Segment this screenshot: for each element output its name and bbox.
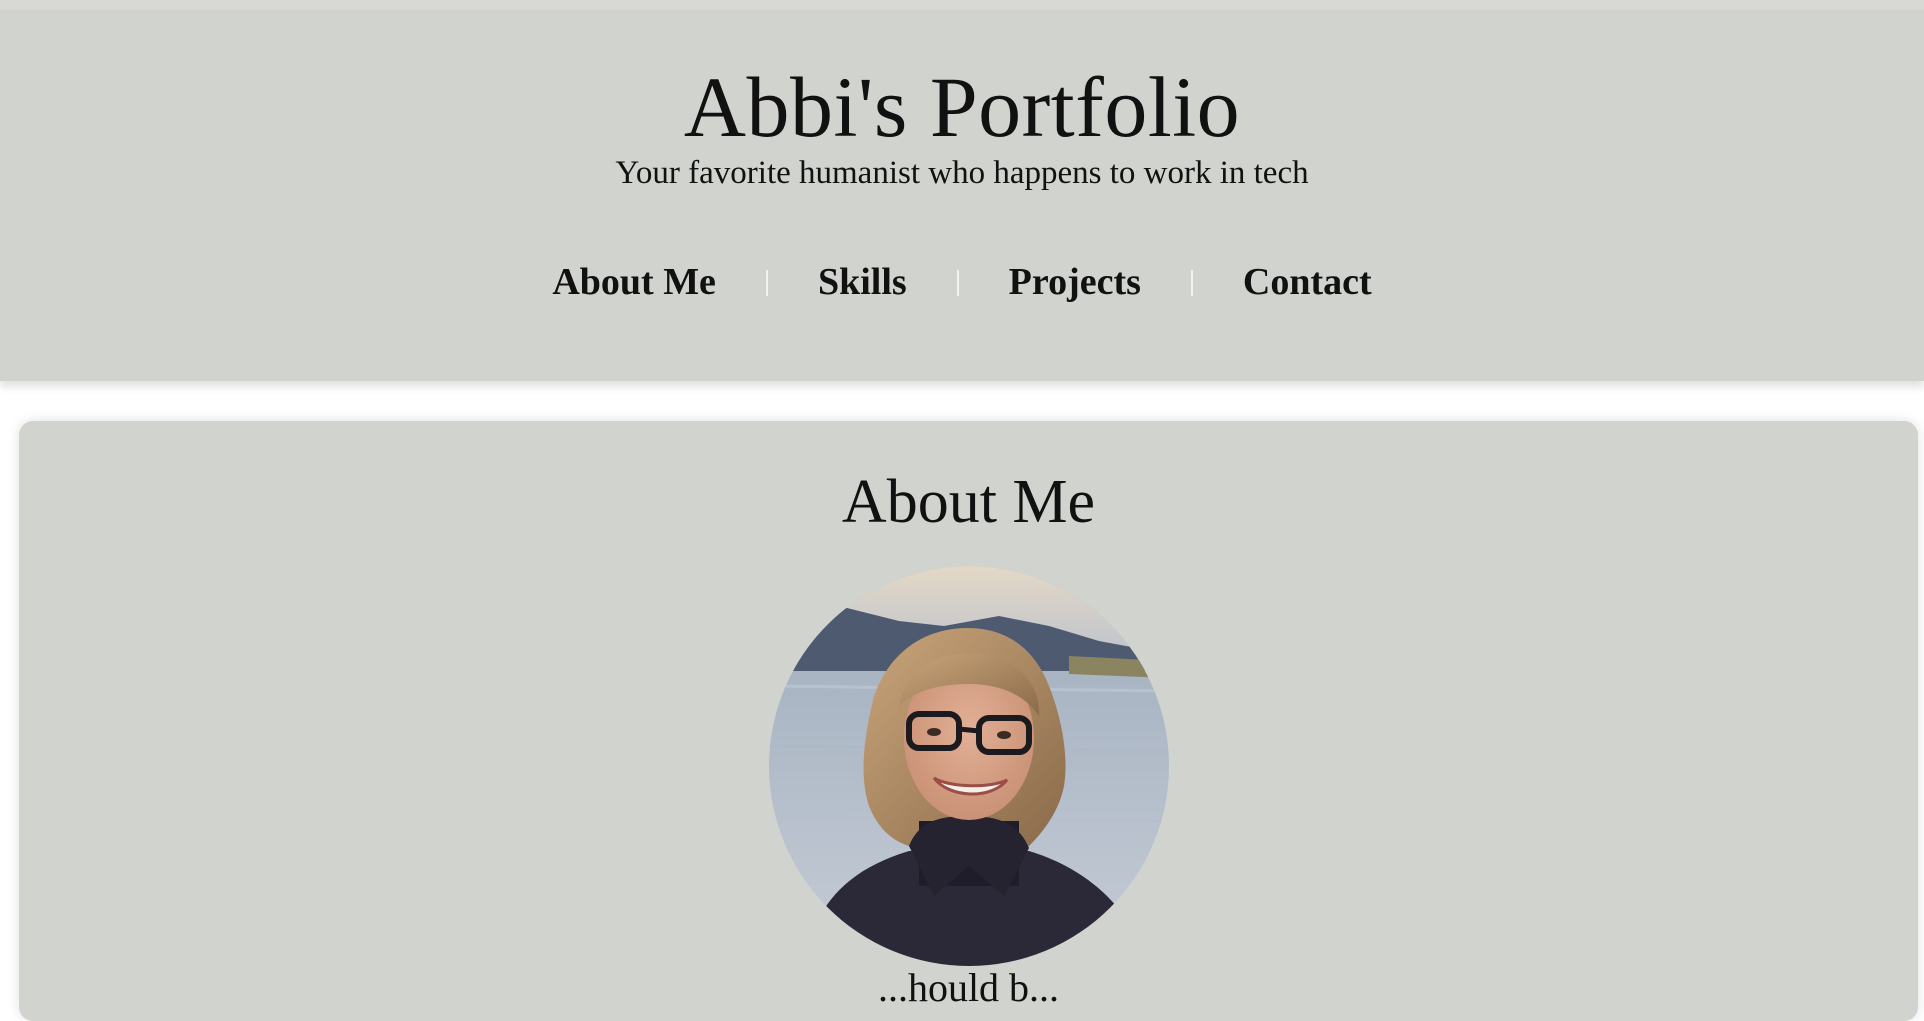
- nav-separator: [765, 269, 768, 296]
- profile-photo: [769, 566, 1169, 966]
- site-header: Abbi's Portfolio Your favorite humanist …: [0, 10, 1924, 381]
- nav-link-contact[interactable]: Contact: [1240, 260, 1375, 306]
- main-nav: About Me Skills Projects Contact: [0, 260, 1924, 306]
- about-heading: About Me: [841, 468, 1096, 536]
- nav-link-skills[interactable]: Skills: [815, 260, 910, 306]
- nav-link-about-me[interactable]: About Me: [549, 260, 719, 306]
- about-text: ...hould b...: [877, 965, 1060, 1010]
- site-tagline: Your favorite humanist who happens to wo…: [615, 155, 1309, 191]
- nav-link-projects[interactable]: Projects: [1006, 260, 1144, 306]
- site-title: Abbi's Portfolio: [683, 59, 1241, 155]
- about-section: About Me ...hould b...: [19, 421, 1918, 1021]
- nav-separator: [1190, 269, 1193, 296]
- top-strip: [0, 0, 1924, 10]
- nav-separator: [956, 269, 959, 296]
